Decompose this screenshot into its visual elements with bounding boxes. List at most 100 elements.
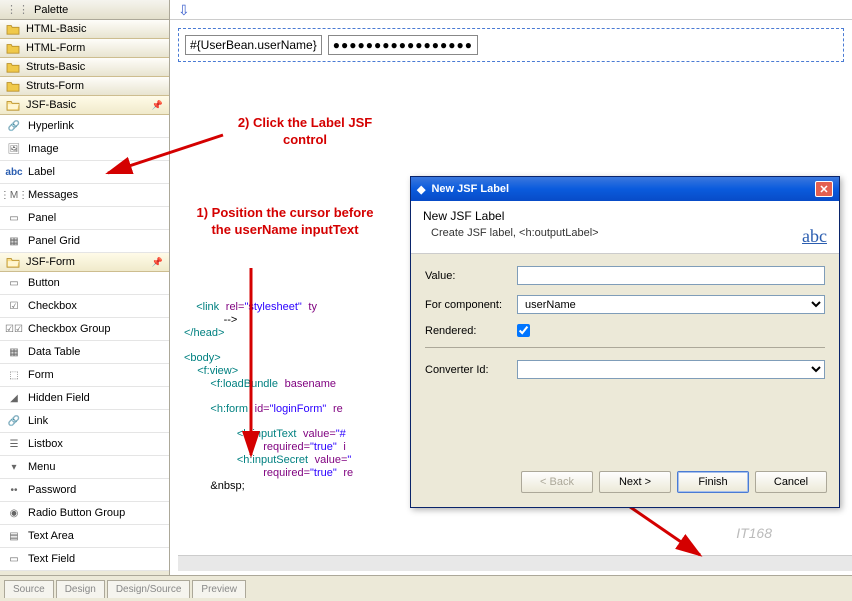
back-button[interactable]: < Back (521, 471, 593, 493)
panel-icon: ▭ (6, 211, 22, 225)
value-input[interactable] (517, 266, 825, 285)
folder-struts-form[interactable]: Struts-Form (0, 77, 169, 96)
palette-item-panel[interactable]: ▭ Panel (0, 207, 169, 230)
close-button[interactable]: ✕ (815, 181, 833, 197)
bottom-tabs: Source Design Design/Source Preview (0, 575, 852, 601)
new-jsf-label-dialog: ◆ New JSF Label ✕ New JSF Label Create J… (410, 176, 840, 508)
item-label: Label (28, 166, 55, 178)
form-preview[interactable]: #{UserBean.userName} ●●●●●●●●●●●●●●●●● (178, 28, 844, 62)
for-component-select[interactable]: userName (517, 295, 825, 314)
dialog-body: Value: For component: userName Rendered:… (411, 254, 839, 461)
item-label: Panel (28, 212, 56, 224)
dialog-buttons: < Back Next > Finish Cancel (411, 461, 839, 507)
item-label: Button (28, 277, 60, 289)
dialog-banner-icon: abc (802, 226, 827, 247)
palette-item-form[interactable]: ⬚ Form (0, 364, 169, 387)
next-button[interactable]: Next > (599, 471, 671, 493)
divider (425, 347, 825, 348)
dialog-titlebar[interactable]: ◆ New JSF Label ✕ (411, 177, 839, 201)
item-label: Checkbox Group (28, 323, 111, 335)
ruler: ⇩ (170, 0, 852, 20)
item-label: Messages (28, 189, 78, 201)
tab-design-source[interactable]: Design/Source (107, 580, 191, 598)
palette-item-listbox[interactable]: ☰Listbox (0, 433, 169, 456)
palette-item-password[interactable]: ••Password (0, 479, 169, 502)
panel-grid-icon: ▦ (6, 234, 22, 248)
folder-icon (6, 80, 20, 92)
password-icon: •• (6, 483, 22, 497)
palette-item-menu[interactable]: ▾ Menu (0, 456, 169, 479)
hidden-field-icon: ◢ (6, 391, 22, 405)
listbox-icon: ☰ (6, 437, 22, 451)
data-table-icon: ▦ (6, 345, 22, 359)
folder-label: Struts-Basic (26, 61, 85, 73)
palette-item-messages[interactable]: ⋮M⋮ Messages (0, 184, 169, 207)
tab-design[interactable]: Design (56, 580, 105, 598)
folder-icon (6, 61, 20, 73)
ruler-cursor-icon: ⇩ (178, 2, 190, 19)
folder-open-icon (6, 99, 20, 111)
tab-source[interactable]: Source (4, 580, 54, 598)
palette-item-link[interactable]: 🔗Link (0, 410, 169, 433)
palette-item-label[interactable]: abc Label (0, 161, 169, 184)
menu-icon: ▾ (6, 460, 22, 474)
folder-jsf-form[interactable]: JSF-Form 📌 (0, 253, 169, 272)
checkbox-icon: ☑ (6, 299, 22, 313)
folder-icon (6, 42, 20, 54)
palette-item-textfield[interactable]: ▭ Text Field (0, 548, 169, 571)
folder-icon (6, 23, 20, 35)
folder-struts-basic[interactable]: Struts-Basic (0, 58, 169, 77)
rendered-checkbox[interactable] (517, 324, 530, 337)
cancel-button[interactable]: Cancel (755, 471, 827, 493)
palette-item-image[interactable]: 🖼Image (0, 138, 169, 161)
item-label: Text Area (28, 530, 74, 542)
folder-label: JSF-Form (26, 256, 75, 268)
pin-icon: 📌 (152, 257, 163, 268)
palette-item-radio[interactable]: ◉Radio Button Group (0, 502, 169, 525)
item-label: Radio Button Group (28, 507, 125, 519)
pin-icon: 📌 (152, 100, 163, 111)
item-label: Hyperlink (28, 120, 74, 132)
preview-password-field[interactable]: ●●●●●●●●●●●●●●●●● (328, 35, 478, 55)
folder-html-form[interactable]: HTML-Form (0, 39, 169, 58)
textfield-icon: ▭ (6, 552, 22, 566)
horizontal-scrollbar[interactable] (178, 555, 852, 571)
button-icon: ▭ (6, 276, 22, 290)
folder-jsf-basic[interactable]: JSF-Basic 📌 (0, 96, 169, 115)
item-label: Text Field (28, 553, 75, 565)
item-label: Link (28, 415, 48, 427)
palette-item-checkbox[interactable]: ☑Checkbox (0, 295, 169, 318)
palette-item-hyperlink[interactable]: 🔗 Hyperlink (0, 115, 169, 138)
palette-item-checkbox-group[interactable]: ☑☑ Checkbox Group (0, 318, 169, 341)
messages-icon: ⋮M⋮ (6, 188, 22, 202)
textarea-icon: ▤ (6, 529, 22, 543)
palette-item-panel-grid[interactable]: ▦Panel Grid (0, 230, 169, 253)
link-icon: 🔗 (6, 119, 22, 133)
folder-label: Struts-Form (26, 80, 84, 92)
finish-button[interactable]: Finish (677, 471, 749, 493)
folder-html-basic[interactable]: HTML-Basic (0, 20, 169, 39)
item-label: Menu (28, 461, 56, 473)
converter-id-select[interactable] (517, 360, 825, 379)
label-icon: abc (6, 165, 22, 179)
palette-item-data-table[interactable]: ▦ Data Table (0, 341, 169, 364)
checkbox-group-icon: ☑☑ (6, 322, 22, 336)
form-icon: ⬚ (6, 368, 22, 382)
preview-username-field[interactable]: #{UserBean.userName} (185, 35, 322, 55)
item-label: Hidden Field (28, 392, 90, 404)
item-label: Form (28, 369, 54, 381)
folder-label: HTML-Basic (26, 23, 87, 35)
palette-item-textarea[interactable]: ▤ Text Area (0, 525, 169, 548)
item-label: Data Table (28, 346, 80, 358)
dialog-heading: New JSF Label (423, 209, 827, 223)
palette-item-hidden-field[interactable]: ◢ Hidden Field (0, 387, 169, 410)
rendered-label: Rendered: (425, 325, 517, 337)
for-component-label: For component: (425, 299, 517, 311)
folder-open-icon (6, 256, 20, 268)
dialog-header: New JSF Label Create JSF label, <h:outpu… (411, 201, 839, 254)
dialog-icon: ◆ (417, 183, 425, 196)
value-label: Value: (425, 270, 517, 282)
folder-label: HTML-Form (26, 42, 85, 54)
tab-preview[interactable]: Preview (192, 580, 246, 598)
palette-item-button[interactable]: ▭ Button (0, 272, 169, 295)
